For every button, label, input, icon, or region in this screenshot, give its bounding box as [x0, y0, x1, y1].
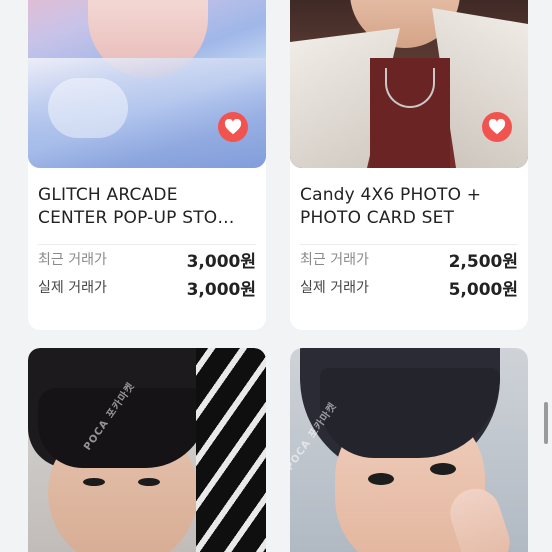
heart-icon	[488, 119, 506, 135]
actual-price-value: 3,000원	[186, 279, 256, 300]
product-photo[interactable]: POCA 포카마켓	[290, 348, 528, 552]
recent-price-label: 최근 거래가	[38, 252, 107, 268]
product-card[interactable]: GLITCH ARCADE CENTER POP-UP STO… 최근 거래가 …	[28, 0, 266, 330]
product-photo[interactable]	[290, 0, 528, 168]
product-title[interactable]: GLITCH ARCADE CENTER POP-UP STO…	[38, 184, 256, 230]
recent-price-row: 최근 거래가 2,500원	[300, 245, 518, 273]
title-line: Candy 4X6 PHOTO +	[300, 185, 482, 205]
like-button[interactable]	[218, 112, 248, 142]
recent-price-value: 3,000원	[186, 251, 256, 272]
like-button[interactable]	[482, 112, 512, 142]
product-photo[interactable]: POCA 포카마켓	[28, 348, 266, 552]
scrollbar[interactable]	[544, 402, 548, 444]
actual-price-label: 실제 거래가	[38, 280, 107, 296]
actual-price-row: 실제 거래가 3,000원	[38, 273, 256, 301]
recent-price-label: 최근 거래가	[300, 252, 369, 268]
actual-price-value: 5,000원	[448, 279, 518, 300]
actual-price-label: 실제 거래가	[300, 280, 369, 296]
product-grid: GLITCH ARCADE CENTER POP-UP STO… 최근 거래가 …	[0, 0, 552, 552]
product-photo[interactable]	[28, 0, 266, 168]
product-card[interactable]: POCA 포카마켓	[28, 348, 266, 552]
product-card[interactable]: Candy 4X6 PHOTO + PHOTO CARD SET 최근 거래가 …	[290, 0, 528, 330]
title-line: CENTER POP-UP STO…	[38, 208, 235, 228]
title-line: PHOTO CARD SET	[300, 208, 455, 228]
actual-price-row: 실제 거래가 5,000원	[300, 273, 518, 301]
product-title[interactable]: Candy 4X6 PHOTO + PHOTO CARD SET	[300, 184, 518, 230]
recent-price-row: 최근 거래가 3,000원	[38, 245, 256, 273]
product-card[interactable]: POCA 포카마켓	[290, 348, 528, 552]
recent-price-value: 2,500원	[448, 251, 518, 272]
heart-icon	[224, 119, 242, 135]
title-line: GLITCH ARCADE	[38, 185, 178, 205]
